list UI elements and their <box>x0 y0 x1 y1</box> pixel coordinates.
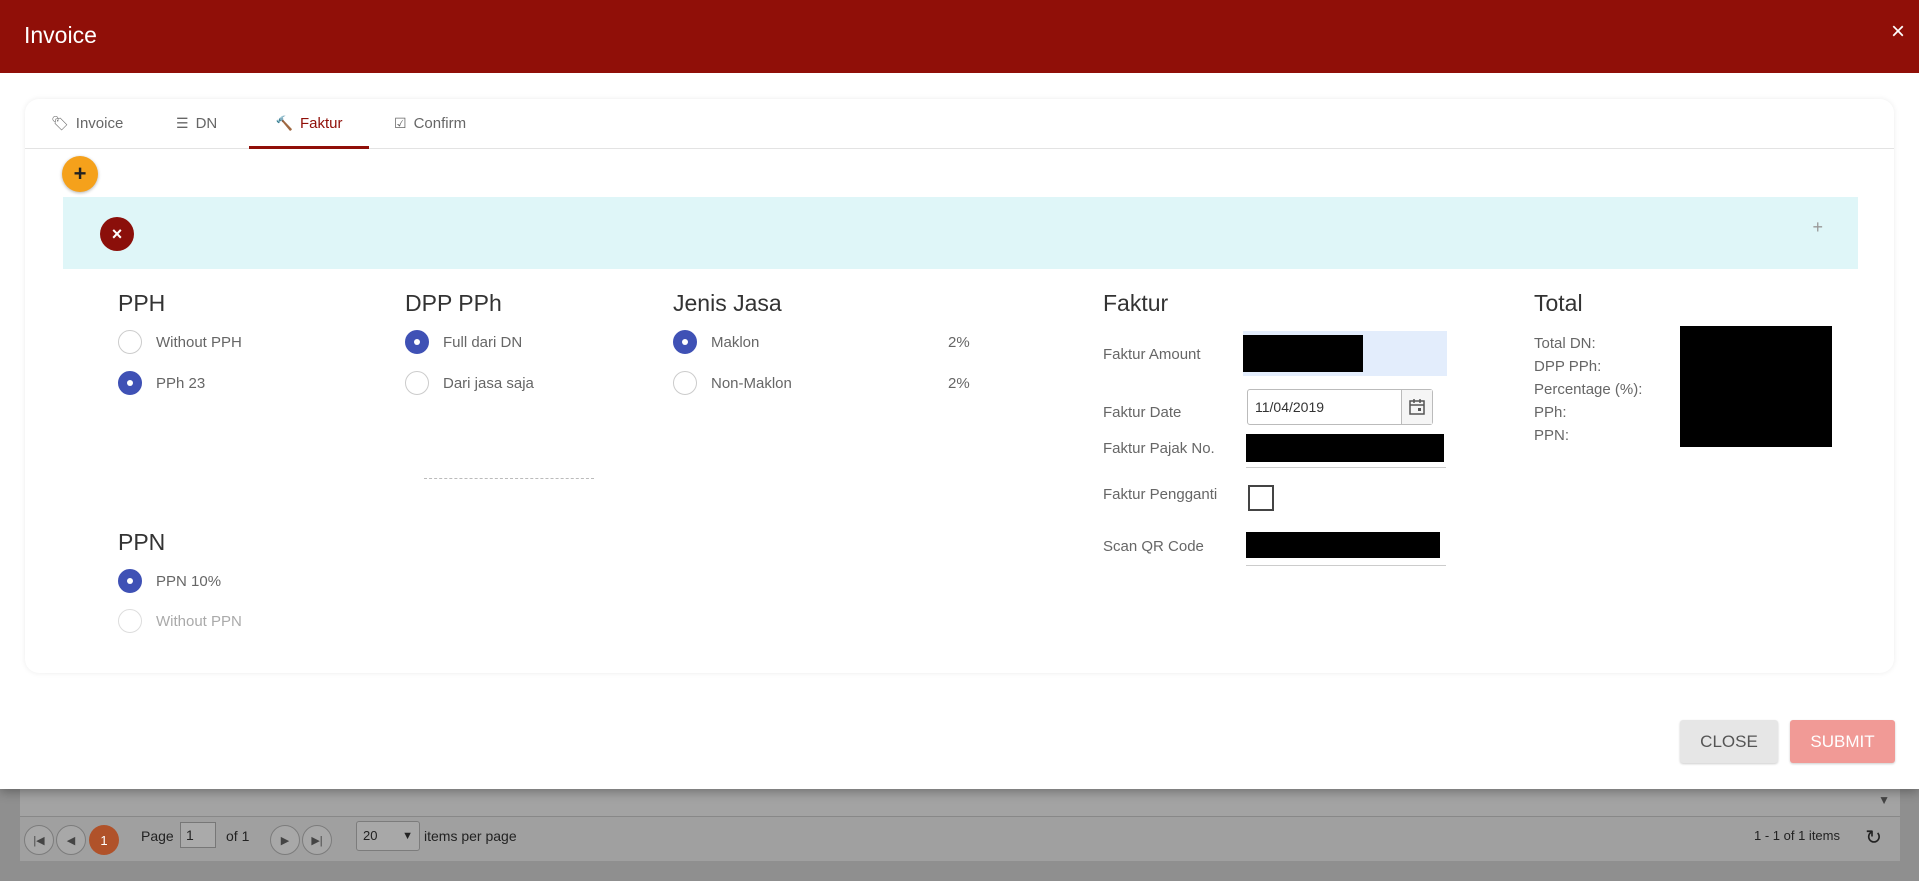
faktur-item-header: × + <box>63 197 1858 269</box>
faktur-date-label: Faktur Date <box>1103 404 1182 421</box>
tab-label: DN <box>195 114 218 132</box>
page-size-value: 20 <box>363 828 378 843</box>
add-faktur-button[interactable]: + <box>62 156 98 192</box>
page-size-select[interactable]: 20 ▼ <box>356 821 420 851</box>
radio-icon <box>405 330 429 354</box>
maklon-percentage: 2% <box>948 334 970 351</box>
faktur-date-value: 11/04/2019 <box>1255 399 1325 415</box>
scan-qr-code-label: Scan QR Code <box>1103 538 1204 555</box>
input-underline <box>1246 565 1446 566</box>
faktur-amount-label: Faktur Amount <box>1103 346 1201 363</box>
redacted-totals <box>1680 326 1832 447</box>
remove-faktur-button[interactable]: × <box>100 217 134 251</box>
calendar-icon[interactable] <box>1401 390 1432 424</box>
close-button[interactable]: CLOSE <box>1680 720 1778 763</box>
tab-label: Invoice <box>75 114 124 132</box>
radio-icon <box>118 569 142 593</box>
pph-title: PPH <box>118 290 166 316</box>
radio-without-pph[interactable]: Without PPH <box>118 330 242 354</box>
radio-label: PPN 10% <box>156 572 222 590</box>
modal-title: Invoice <box>24 22 97 48</box>
tag-icon: 🏷 <box>51 114 69 131</box>
radio-icon <box>118 609 142 633</box>
pager-info: 1 - 1 of 1 items <box>1754 828 1840 843</box>
check-square-icon: ☑ <box>394 114 407 131</box>
grid-pager: |◀ ◀ 1 Page of 1 ▶ ▶| 20 ▼ items per pag… <box>20 816 1900 861</box>
faktur-date-input[interactable]: 11/04/2019 <box>1247 389 1433 425</box>
radio-without-ppn[interactable]: Without PPN <box>118 609 242 633</box>
faktur-amount-input[interactable] <box>1243 331 1447 376</box>
close-icon[interactable]: × <box>1891 18 1905 46</box>
percentage-label: Percentage (%): <box>1534 381 1643 398</box>
ppn-title: PPN <box>118 529 166 555</box>
current-page-button[interactable]: 1 <box>89 825 119 855</box>
radio-label: Full dari DN <box>443 333 523 351</box>
expand-icon[interactable]: + <box>1812 217 1823 238</box>
redacted-value <box>1243 335 1363 372</box>
radio-icon <box>118 371 142 395</box>
radio-icon <box>673 371 697 395</box>
refresh-icon[interactable]: ↻ <box>1865 825 1882 850</box>
radio-label: Without PPN <box>156 612 242 630</box>
radio-icon <box>673 330 697 354</box>
items-per-page-label: items per page <box>424 828 517 844</box>
radio-maklon[interactable]: Maklon <box>673 330 759 354</box>
page-label: Page <box>141 828 174 844</box>
list-icon: ☰ <box>176 114 189 131</box>
ppn-label: PPN: <box>1534 427 1570 444</box>
page-of-label: of 1 <box>226 828 250 844</box>
last-page-icon[interactable]: ▶| <box>302 825 332 855</box>
faktur-pengganti-checkbox[interactable] <box>1248 485 1274 511</box>
divider <box>424 478 594 479</box>
radio-label: PPh 23 <box>156 374 206 392</box>
radio-non-maklon[interactable]: Non-Maklon <box>673 371 792 395</box>
scroll-down-icon[interactable]: ▼ <box>1878 793 1890 807</box>
dpp-pph-title: DPP PPh <box>405 290 502 316</box>
tab-bar: 🏷 Invoice ☰ DN 🔨 Faktur ☑ Confirm <box>25 99 1894 149</box>
prev-page-icon[interactable]: ◀ <box>56 825 86 855</box>
faktur-pajak-no-input[interactable] <box>1246 434 1444 462</box>
tab-faktur[interactable]: 🔨 Faktur <box>249 99 369 149</box>
input-underline <box>1246 467 1446 468</box>
radio-label: Maklon <box>711 333 760 351</box>
dpp-pph-label: DPP PPh: <box>1534 358 1602 375</box>
page-input[interactable] <box>180 822 216 848</box>
invoice-modal: Invoice × 🏷 Invoice ☰ DN 🔨 Faktur ☑ Conf… <box>0 0 1919 789</box>
faktur-pengganti-label: Faktur Pengganti <box>1103 486 1218 503</box>
tab-label: Confirm <box>413 114 467 132</box>
total-title: Total <box>1534 290 1583 316</box>
radio-ppn-10[interactable]: PPN 10% <box>118 569 221 593</box>
next-page-icon[interactable]: ▶ <box>270 825 300 855</box>
pph-label: PPh: <box>1534 404 1567 421</box>
non-maklon-percentage: 2% <box>948 375 970 392</box>
radio-icon <box>118 330 142 354</box>
faktur-pajak-no-label: Faktur Pajak No. <box>1103 440 1215 457</box>
radio-label: Without PPH <box>156 333 242 351</box>
gavel-icon: 🔨 <box>275 114 293 131</box>
submit-button[interactable]: SUBMIT <box>1790 720 1895 763</box>
faktur-title: Faktur <box>1103 290 1169 316</box>
scan-qr-code-input[interactable] <box>1246 532 1440 558</box>
tab-invoice[interactable]: 🏷 Invoice <box>51 99 123 147</box>
tab-label: Faktur <box>299 114 343 132</box>
radio-icon <box>405 371 429 395</box>
modal-header: Invoice × <box>0 0 1919 73</box>
caret-down-icon: ▼ <box>402 830 413 842</box>
first-page-icon[interactable]: |◀ <box>24 825 54 855</box>
radio-label: Dari jasa saja <box>443 374 534 392</box>
jenis-jasa-title: Jenis Jasa <box>673 290 782 316</box>
radio-dari-jasa-saja[interactable]: Dari jasa saja <box>405 371 534 395</box>
radio-label: Non-Maklon <box>711 374 792 392</box>
tab-dn[interactable]: ☰ DN <box>176 99 217 147</box>
radio-full-dari-dn[interactable]: Full dari DN <box>405 330 522 354</box>
total-dn-label: Total DN: <box>1534 335 1596 352</box>
tab-confirm[interactable]: ☑ Confirm <box>394 99 466 147</box>
radio-pph-23[interactable]: PPh 23 <box>118 371 205 395</box>
